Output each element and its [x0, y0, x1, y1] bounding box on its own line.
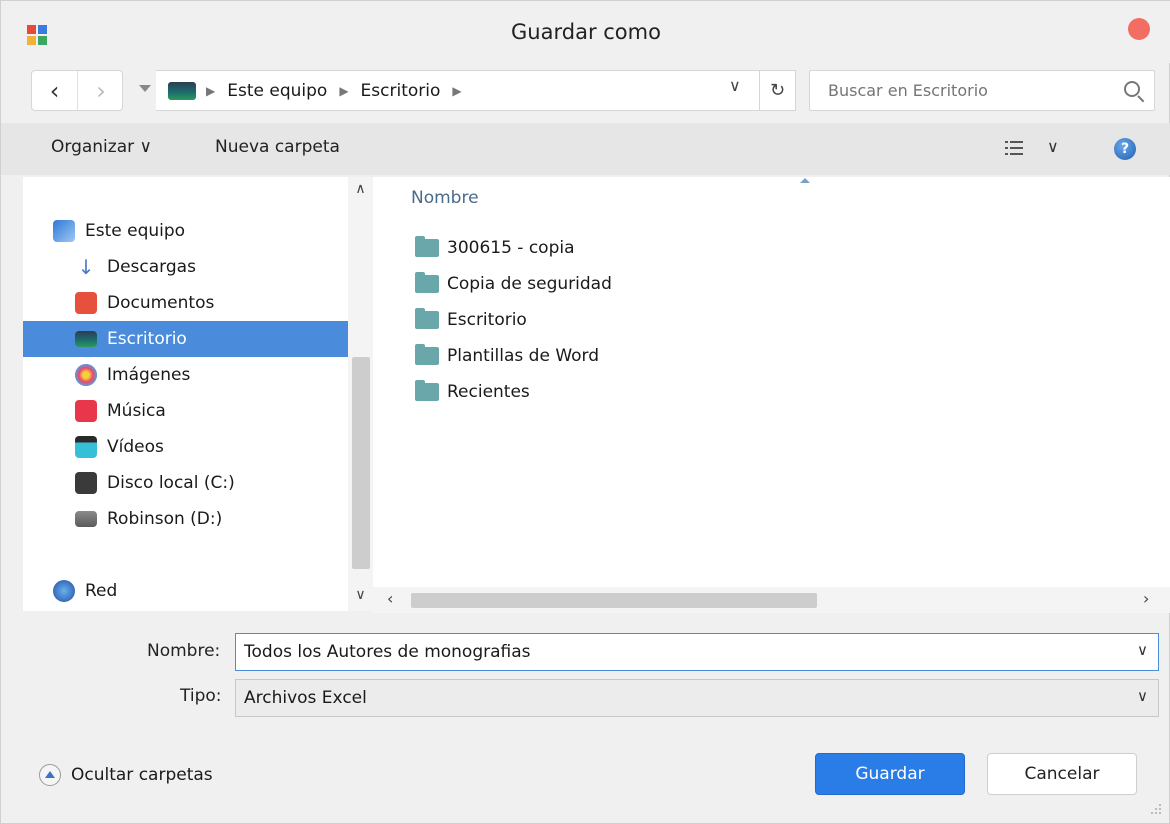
breadcrumb-separator-icon[interactable]: ▶	[206, 84, 215, 98]
file-name: 300615 - copia	[447, 238, 575, 258]
help-icon[interactable]: ?	[1114, 138, 1136, 160]
download-icon: ↓	[77, 255, 95, 279]
file-name: Recientes	[447, 382, 530, 402]
scrollbar-thumb[interactable]	[411, 593, 817, 608]
folder-icon	[415, 308, 439, 329]
pictures-icon	[75, 364, 97, 386]
save-button[interactable]: Guardar	[815, 753, 965, 795]
scroll-up-icon[interactable]: ∧	[348, 181, 373, 201]
column-header-name[interactable]: Nombre	[411, 188, 479, 208]
scroll-right-icon[interactable]: ›	[1143, 589, 1149, 608]
chevron-left-icon: ‹	[49, 76, 60, 105]
breadcrumb-escritorio[interactable]: Escritorio	[361, 81, 441, 101]
file-name-field[interactable]: Todos los Autores de monografias ∨	[235, 633, 1159, 671]
nav-item-label: Música	[107, 401, 166, 421]
cancel-button[interactable]: Cancelar	[987, 753, 1137, 795]
nav-item-descargas[interactable]: ↓ Descargas	[23, 249, 348, 285]
nav-item-disco-local[interactable]: Disco local (C:)	[23, 465, 348, 501]
breadcrumb-separator-icon[interactable]: ▶	[339, 84, 348, 98]
music-icon	[75, 400, 97, 422]
collapse-icon	[39, 764, 61, 786]
address-dropdown-icon[interactable]: ∨	[729, 76, 741, 95]
organize-button[interactable]: Organizar ∨	[51, 137, 152, 157]
refresh-button[interactable]: ↻	[759, 70, 796, 111]
scroll-down-icon[interactable]: ∨	[348, 587, 373, 607]
search-box	[809, 70, 1155, 111]
nav-item-label: Este equipo	[85, 221, 186, 241]
nav-item-label: Imágenes	[107, 365, 191, 385]
drive-icon	[75, 472, 97, 494]
file-name: Copia de seguridad	[447, 274, 612, 294]
file-list-horizontal-scrollbar[interactable]: ‹ ›	[373, 587, 1170, 613]
breadcrumb-este-equipo[interactable]: Este equipo	[227, 81, 327, 101]
save-as-dialog: Guardar como ‹ › ▶ Este equipo ▶ Escrito…	[0, 0, 1170, 824]
chevron-right-icon: ›	[96, 76, 106, 105]
desktop-icon	[168, 81, 196, 100]
nav-item-label: Red	[85, 581, 118, 601]
nav-item-red[interactable]: Red	[23, 573, 348, 609]
list-item[interactable]: Escritorio	[415, 305, 527, 335]
nav-item-escritorio[interactable]: Escritorio	[23, 321, 348, 357]
file-type-label: Tipo:	[180, 686, 222, 706]
new-folder-button[interactable]: Nueva carpeta	[215, 137, 340, 157]
computer-icon	[53, 220, 75, 242]
chevron-down-icon[interactable]: ∨	[1137, 641, 1148, 659]
sort-ascending-icon	[800, 178, 810, 183]
folder-icon	[415, 344, 439, 365]
resize-grip-icon[interactable]	[1148, 801, 1162, 815]
scroll-left-icon[interactable]: ‹	[387, 589, 393, 608]
close-button[interactable]	[1128, 18, 1150, 40]
desktop-icon	[75, 331, 97, 347]
network-icon	[53, 580, 75, 602]
list-item[interactable]: Plantillas de Word	[415, 341, 599, 371]
nav-item-este-equipo[interactable]: Este equipo	[23, 213, 348, 249]
view-options-icon[interactable]	[1005, 140, 1023, 156]
breadcrumb-separator-icon[interactable]: ▶	[452, 84, 461, 98]
nav-item-label: Documentos	[107, 293, 215, 313]
search-input[interactable]	[810, 71, 1110, 110]
navigation-pane-scrollbar[interactable]: ∧ ∨	[348, 177, 373, 611]
address-bar[interactable]: ▶ Este equipo ▶ Escritorio ▶	[156, 70, 796, 111]
list-item[interactable]: 300615 - copia	[415, 233, 575, 263]
nav-item-imagenes[interactable]: Imágenes	[23, 357, 348, 393]
videos-icon	[75, 436, 97, 458]
forward-button[interactable]: ›	[78, 71, 124, 110]
hide-folders-label: Ocultar carpetas	[71, 765, 213, 785]
nav-item-musica[interactable]: Música	[23, 393, 348, 429]
hide-folders-button[interactable]: Ocultar carpetas	[39, 764, 213, 786]
file-name: Escritorio	[447, 310, 527, 330]
history-buttons: ‹ ›	[31, 70, 123, 111]
nav-item-robinson[interactable]: Robinson (D:)	[23, 501, 348, 537]
file-name: Plantillas de Word	[447, 346, 600, 366]
title-bar: Guardar como	[1, 1, 1170, 63]
folder-icon	[415, 380, 439, 401]
view-dropdown-icon[interactable]: ∨	[1047, 137, 1059, 156]
nav-item-label: Robinson (D:)	[107, 509, 223, 529]
search-icon[interactable]	[1124, 81, 1140, 97]
nav-item-videos[interactable]: Vídeos	[23, 429, 348, 465]
navigation-pane: Este equipo ↓ Descargas Documentos Escri…	[23, 177, 371, 611]
file-type-select[interactable]: Archivos Excel ∨	[235, 679, 1159, 717]
nav-item-documentos[interactable]: Documentos	[23, 285, 348, 321]
scrollbar-thumb[interactable]	[352, 357, 370, 569]
folder-icon	[415, 272, 439, 293]
documents-icon	[75, 292, 97, 314]
nav-item-label: Disco local (C:)	[107, 473, 235, 493]
list-item[interactable]: Recientes	[415, 377, 530, 407]
list-item[interactable]: Copia de seguridad	[415, 269, 612, 299]
recent-locations-dropdown[interactable]	[139, 85, 151, 92]
file-name-label: Nombre:	[147, 641, 221, 661]
folder-icon	[415, 236, 439, 257]
drive-icon	[75, 511, 97, 527]
dialog-title: Guardar como	[511, 20, 661, 44]
back-button[interactable]: ‹	[32, 71, 78, 110]
file-name-value: Todos los Autores de monografias	[244, 642, 531, 662]
nav-item-label: Vídeos	[107, 437, 164, 457]
command-toolbar: Organizar ∨ Nueva carpeta	[1, 123, 1170, 175]
chevron-down-icon[interactable]: ∨	[1137, 687, 1148, 705]
refresh-icon: ↻	[769, 80, 786, 101]
file-type-value: Archivos Excel	[244, 688, 367, 708]
nav-item-label: Descargas	[107, 257, 196, 277]
nav-item-label: Escritorio	[107, 329, 187, 349]
